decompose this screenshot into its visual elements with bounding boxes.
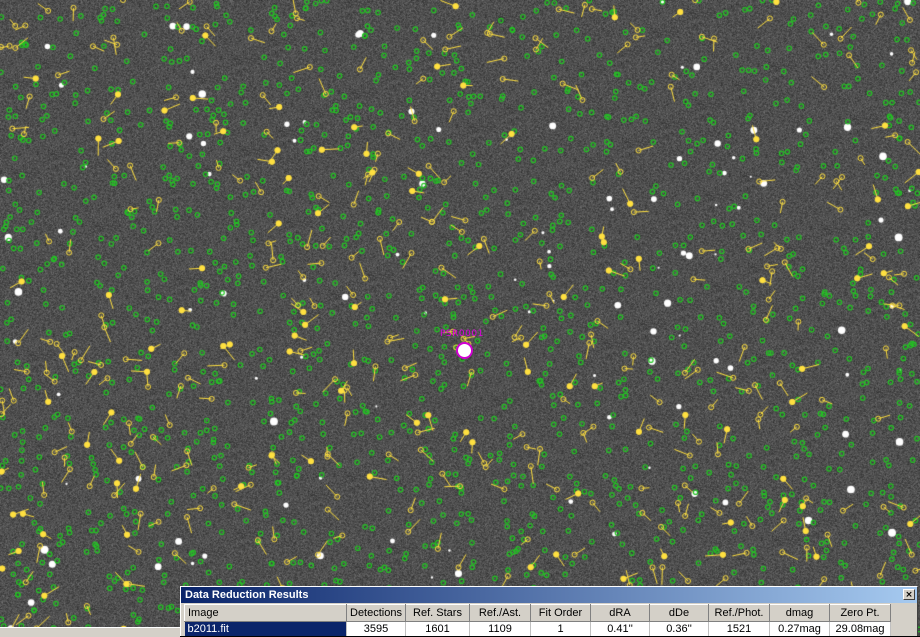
col-fit-order[interactable]: Fit Order xyxy=(530,604,591,622)
results-table: Image Detections Ref. Stars Ref./Ast. Fi… xyxy=(184,604,891,636)
cell-dde: 0.36'' xyxy=(649,621,709,636)
cell-image[interactable]: b2011.fit xyxy=(184,621,347,636)
results-title: Data Reduction Results xyxy=(185,589,309,601)
col-detections[interactable]: Detections xyxy=(346,604,406,622)
cell-fit-order: 1 xyxy=(530,621,591,636)
cell-ref-ast: 1109 xyxy=(469,621,531,636)
col-ref-stars[interactable]: Ref. Stars xyxy=(405,604,470,622)
data-reduction-results-window: Data Reduction Results × Image Detection… xyxy=(180,586,918,636)
col-image[interactable]: Image xyxy=(184,604,347,622)
table-row[interactable]: b2011.fit 3595 1601 1109 1 0.41'' 0.36''… xyxy=(184,621,891,636)
cell-ref-stars: 1601 xyxy=(405,621,470,636)
target-star-marker[interactable] xyxy=(458,344,471,357)
close-icon[interactable]: × xyxy=(903,589,915,600)
col-dra[interactable]: dRA xyxy=(590,604,650,622)
cell-ref-phot: 1521 xyxy=(708,621,770,636)
cell-zero-pt: 29.08mag xyxy=(829,621,891,636)
col-dde[interactable]: dDe xyxy=(649,604,709,622)
col-ref-ast[interactable]: Ref./Ast. xyxy=(469,604,531,622)
col-dmag[interactable]: dmag xyxy=(769,604,830,622)
star-field-image xyxy=(0,0,920,636)
col-zero-pt[interactable]: Zero Pt. xyxy=(829,604,891,622)
results-titlebar[interactable]: Data Reduction Results × xyxy=(181,587,917,603)
col-ref-phot[interactable]: Ref./Phot. xyxy=(708,604,770,622)
cell-dra: 0.41'' xyxy=(590,621,650,636)
cell-dmag: 0.27mag xyxy=(769,621,830,636)
target-label: PSR0001 xyxy=(440,329,484,339)
cell-detections: 3595 xyxy=(346,621,406,636)
